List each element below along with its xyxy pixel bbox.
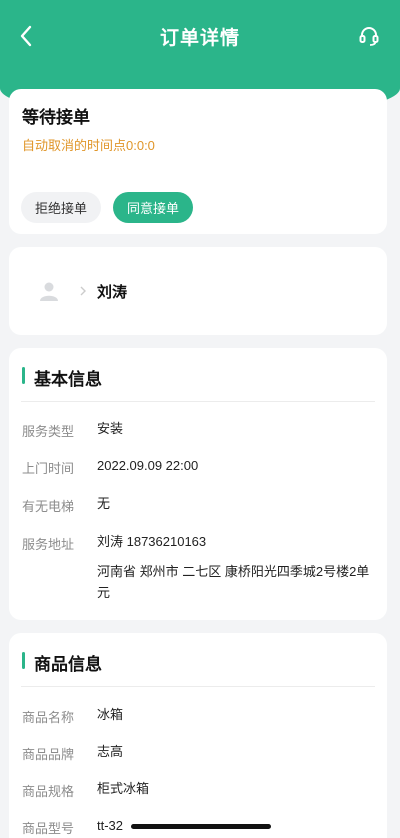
order-detail-screen: 订单详情 等待接单 自动取消的时间点0:0:0 拒绝接单 同意接单 刘涛 基本信…: [0, 0, 400, 838]
goods-spec-label: 商品规格: [22, 784, 75, 799]
service-type-label: 服务类型: [22, 424, 75, 439]
goods-spec-value: 柜式冰箱: [97, 781, 150, 796]
service-address-label: 服务地址: [22, 537, 75, 552]
goods-name-label: 商品名称: [22, 710, 75, 725]
basic-info-title: 基本信息: [22, 365, 102, 390]
chevron-left-icon: [20, 25, 32, 47]
elevator-label: 有无电梯: [22, 499, 75, 514]
service-type-value: 安装: [97, 421, 124, 436]
elevator-value: 无: [97, 496, 111, 511]
order-status-card: 等待接单 自动取消的时间点0:0:0 拒绝接单 同意接单: [9, 89, 387, 234]
customer-service-button[interactable]: [356, 23, 382, 49]
section-divider: [21, 401, 375, 402]
nav-bar: 订单详情: [0, 16, 400, 56]
accept-order-button[interactable]: 同意接单: [113, 192, 193, 223]
contact-name-phone: 刘涛 18736210163: [97, 534, 207, 549]
service-address-value: 河南省 郑州市 二七区 康桥阳光四季城2号楼2单元: [97, 564, 370, 600]
headset-icon: [359, 27, 379, 46]
chevron-right-icon: [80, 286, 86, 296]
home-indicator: [131, 824, 271, 829]
visit-time-label: 上门时间: [22, 461, 75, 476]
order-status-title: 等待接单: [22, 108, 90, 127]
goods-model-label: 商品型号: [22, 821, 75, 836]
page-title: 订单详情: [159, 27, 240, 49]
customer-name: 刘涛: [97, 284, 128, 301]
goods-name-value: 冰箱: [97, 707, 124, 722]
user-avatar-icon: [40, 282, 58, 301]
visit-time-value: 2022.09.09 22:00: [97, 458, 199, 473]
goods-brand-label: 商品品牌: [22, 747, 75, 762]
back-button[interactable]: [12, 22, 40, 50]
reject-order-button[interactable]: 拒绝接单: [21, 192, 101, 223]
goods-brand-value: 志高: [97, 744, 124, 759]
customer-card[interactable]: 刘涛: [9, 247, 387, 335]
basic-info-card: 基本信息 服务类型 安装 上门时间 2022.09.09 22:00 有无电梯 …: [9, 348, 387, 620]
goods-info-title: 商品信息: [22, 650, 102, 675]
section-divider: [21, 686, 375, 687]
auto-cancel-time: 自动取消的时间点0:0:0: [22, 138, 155, 153]
goods-model-value: tt-32: [97, 818, 124, 833]
goods-info-card: 商品信息 商品名称 冰箱 商品品牌 志高 商品规格 柜式冰箱 商品型号 tt-3…: [9, 633, 387, 838]
